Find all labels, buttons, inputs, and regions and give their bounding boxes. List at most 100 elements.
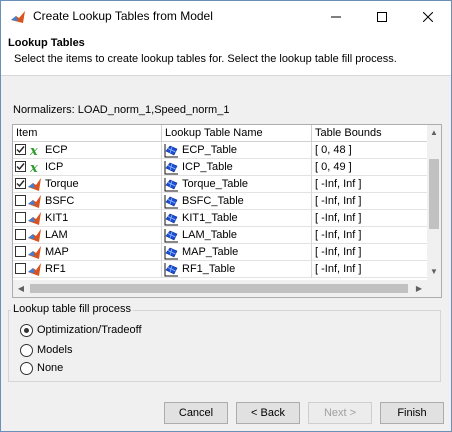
column-header-item[interactable]: Item xyxy=(13,125,162,141)
cancel-button[interactable]: Cancel xyxy=(164,402,228,424)
lookup-table-name-cell[interactable]: MAP_Table xyxy=(162,244,312,261)
item-cell: MAP xyxy=(13,244,162,261)
scrollbar-corner xyxy=(427,280,441,297)
table-bounds-cell[interactable]: [ -Inf, Inf ] xyxy=(312,244,427,261)
table-row[interactable]: KIT1 KIT1_Table [ -Inf, Inf ] xyxy=(13,210,427,227)
lookup-table-name-cell[interactable]: Torque_Table xyxy=(162,176,312,193)
lookup-tables-table: Item Lookup Table Name Table Bounds x ECP… xyxy=(12,124,442,298)
row-checkbox[interactable] xyxy=(15,144,26,155)
scroll-left-arrow-icon[interactable]: ◀ xyxy=(13,280,29,297)
table-row[interactable]: Torque Torque_Table [ -Inf, Inf ] xyxy=(13,176,427,193)
item-cell: RF1 xyxy=(13,261,162,278)
lookup-table-icon xyxy=(164,212,178,226)
svg-text:x: x xyxy=(29,144,38,158)
table-row[interactable]: RF1 RF1_Table [ -Inf, Inf ] xyxy=(13,261,427,278)
table-bounds-cell[interactable]: [ -Inf, Inf ] xyxy=(312,227,427,244)
lookup-table-name-cell[interactable]: BSFC_Table xyxy=(162,193,312,210)
next-button[interactable]: Next > xyxy=(308,402,372,424)
checkmark-icon xyxy=(16,180,25,188)
lookup-table-name: ICP_Table xyxy=(182,161,233,173)
table-row[interactable]: x ECP ECP_Table [ 0, 48 ] xyxy=(13,142,427,159)
table-header: Item Lookup Table Name Table Bounds xyxy=(13,125,427,142)
table-row[interactable]: BSFC BSFC_Table [ -Inf, Inf ] xyxy=(13,193,427,210)
header-title: Lookup Tables xyxy=(8,37,85,49)
item-name: Torque xyxy=(45,178,79,190)
horizontal-scrollbar[interactable]: ◀ ▶ xyxy=(13,280,427,297)
matlab-app-icon xyxy=(11,11,25,23)
lookup-table-icon xyxy=(164,161,178,175)
variable-x-icon: x xyxy=(29,144,38,158)
lookup-table-icon xyxy=(164,229,178,243)
lookup-table-name: Torque_Table xyxy=(182,178,249,190)
back-button[interactable]: < Back xyxy=(236,402,300,424)
lookup-table-icon xyxy=(164,263,178,277)
column-header-lookup-table-name[interactable]: Lookup Table Name xyxy=(162,125,312,141)
lookup-table-name-cell[interactable]: KIT1_Table xyxy=(162,210,312,227)
lookup-table-name: LAM_Table xyxy=(182,229,238,241)
table-bounds-cell[interactable]: [ 0, 48 ] xyxy=(312,142,427,159)
fill-process-title: Lookup table fill process xyxy=(11,303,134,315)
minimize-button[interactable] xyxy=(313,1,359,32)
checkmark-icon xyxy=(16,146,25,154)
radio-none[interactable]: None xyxy=(20,362,160,376)
lookup-table-name: MAP_Table xyxy=(182,246,239,258)
row-checkbox[interactable] xyxy=(15,195,26,206)
vertical-scroll-thumb[interactable] xyxy=(429,159,439,229)
model-surface-icon xyxy=(28,178,41,191)
radio-circle[interactable] xyxy=(20,344,33,357)
radio-label: None xyxy=(37,362,64,374)
row-checkbox[interactable] xyxy=(15,161,26,172)
close-button[interactable] xyxy=(405,1,451,32)
vertical-scrollbar[interactable]: ▲ ▼ xyxy=(427,125,441,280)
lookup-table-icon xyxy=(164,178,178,192)
row-checkbox[interactable] xyxy=(15,229,26,240)
lookup-table-name: KIT1_Table xyxy=(182,212,238,224)
header-description: Select the items to create lookup tables… xyxy=(14,53,397,65)
item-name: ECP xyxy=(45,144,68,156)
table-bounds-cell[interactable]: [ 0, 49 ] xyxy=(312,159,427,176)
row-checkbox[interactable] xyxy=(15,263,26,274)
row-checkbox[interactable] xyxy=(15,246,26,257)
item-cell: Torque xyxy=(13,176,162,193)
title-bar: Create Lookup Tables from Model xyxy=(1,1,451,32)
lookup-table-name: RF1_Table xyxy=(182,263,236,275)
model-surface-icon xyxy=(28,246,41,259)
radio-circle[interactable] xyxy=(20,362,33,375)
item-name: RF1 xyxy=(45,263,66,275)
lookup-table-icon xyxy=(164,144,178,158)
radio-models[interactable]: Models xyxy=(20,344,160,358)
item-name: KIT1 xyxy=(45,212,69,224)
scroll-down-arrow-icon[interactable]: ▼ xyxy=(427,264,441,280)
table-row[interactable]: LAM LAM_Table [ -Inf, Inf ] xyxy=(13,227,427,244)
item-cell: KIT1 xyxy=(13,210,162,227)
finish-button[interactable]: Finish xyxy=(380,402,444,424)
item-name: ICP xyxy=(45,161,64,173)
model-surface-icon xyxy=(28,263,41,276)
column-header-table-bounds[interactable]: Table Bounds xyxy=(312,125,427,141)
table-bounds-cell[interactable]: [ -Inf, Inf ] xyxy=(312,193,427,210)
table-bounds-cell[interactable]: [ -Inf, Inf ] xyxy=(312,210,427,227)
lookup-table-name-cell[interactable]: ICP_Table xyxy=(162,159,312,176)
radio-optimization-tradeoff[interactable]: Optimization/Tradeoff xyxy=(20,324,160,338)
lookup-table-name-cell[interactable]: RF1_Table xyxy=(162,261,312,278)
scroll-up-arrow-icon[interactable]: ▲ xyxy=(427,125,441,141)
lookup-table-icon xyxy=(164,195,178,209)
item-name: MAP xyxy=(45,246,69,258)
row-checkbox[interactable] xyxy=(15,178,26,189)
item-name: LAM xyxy=(45,229,68,241)
table-row[interactable]: x ICP ICP_Table [ 0, 49 ] xyxy=(13,159,427,176)
window-title: Create Lookup Tables from Model xyxy=(33,9,213,23)
radio-label: Optimization/Tradeoff xyxy=(37,324,142,336)
table-row[interactable]: MAP MAP_Table [ -Inf, Inf ] xyxy=(13,244,427,261)
table-bounds-cell[interactable]: [ -Inf, Inf ] xyxy=(312,176,427,193)
model-surface-icon xyxy=(28,195,41,208)
horizontal-scroll-thumb[interactable] xyxy=(30,284,408,293)
row-checkbox[interactable] xyxy=(15,212,26,223)
table-bounds-cell[interactable]: [ -Inf, Inf ] xyxy=(312,261,427,278)
lookup-table-name-cell[interactable]: LAM_Table xyxy=(162,227,312,244)
radio-circle[interactable] xyxy=(20,324,33,337)
create-lookup-tables-dialog: Create Lookup Tables from Model Lookup T… xyxy=(0,0,452,432)
lookup-table-name-cell[interactable]: ECP_Table xyxy=(162,142,312,159)
maximize-button[interactable] xyxy=(359,1,405,32)
scroll-right-arrow-icon[interactable]: ▶ xyxy=(411,280,427,297)
